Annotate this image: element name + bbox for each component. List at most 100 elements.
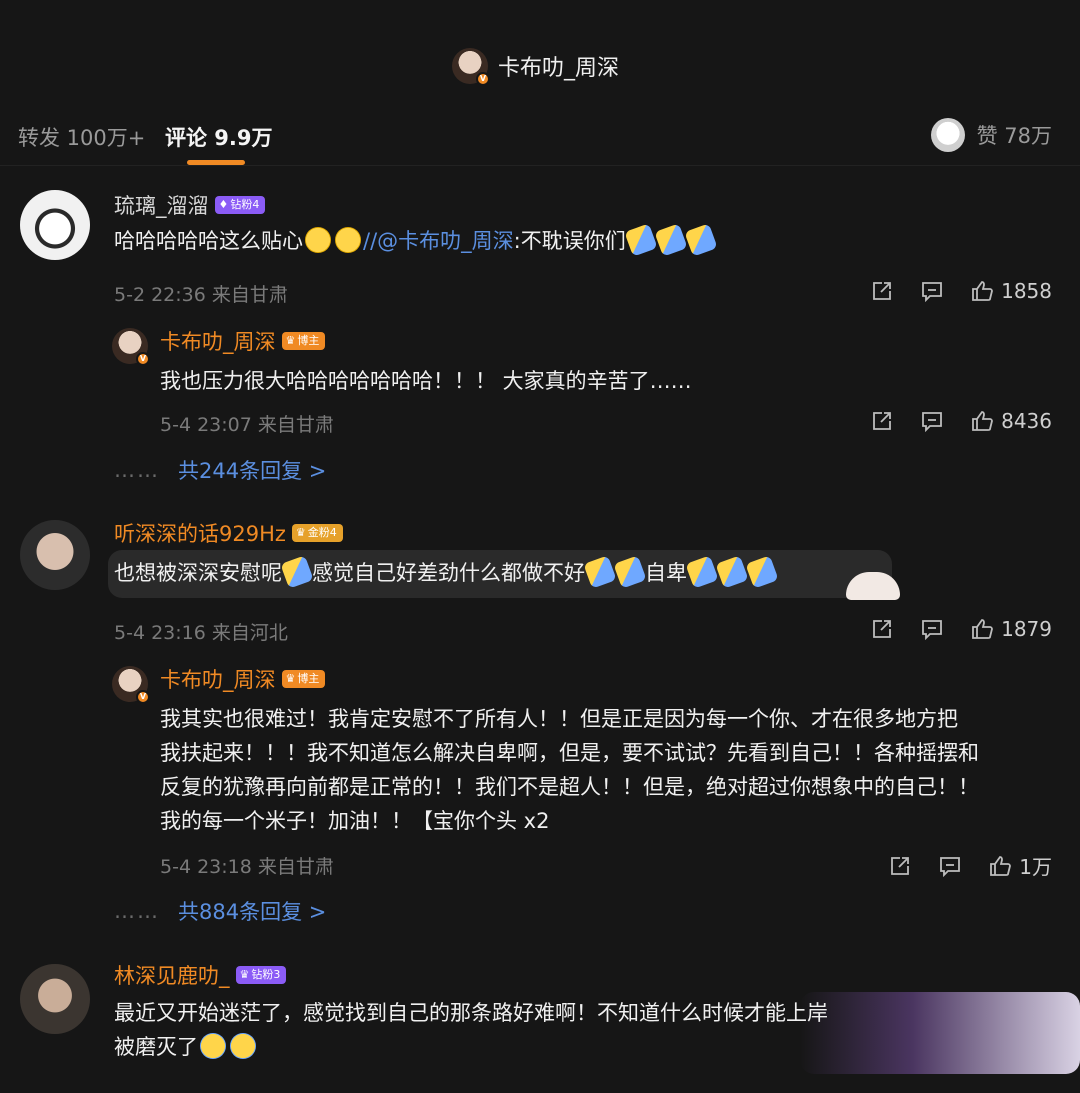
crown-icon: ♛ [285,334,296,347]
reply-button[interactable] [921,410,943,432]
author-header[interactable]: V 卡布叻_周深 [452,48,619,86]
tab-repost[interactable]: 转发 100万+ [18,122,145,152]
author-name[interactable]: 卡布叻_周深 [498,50,619,82]
clap-emoji-icon [654,223,688,257]
reply-text-line: 反复的犹豫再向前都是正常的！！我们不是超人！！但是，绝对超过你想象中的自己！！ [160,775,979,799]
like-count: 1万 [1019,855,1052,879]
crown-icon: ♛ [285,672,296,685]
like-count: 1858 [1001,279,1052,303]
diamond-icon: ♦ [218,198,229,211]
share-icon [891,856,910,875]
comment-text-part: 哈哈哈哈哈这么贴心 [114,229,303,253]
more-replies-link[interactable]: …… 共244条回复 > [114,455,326,485]
tab-comment[interactable]: 评论 9.9万 [165,122,273,152]
dots-icon: …… [114,458,160,482]
verified-icon: V [136,352,150,366]
user-avatar[interactable] [20,964,90,1034]
clap-emoji-icon [624,223,658,257]
laugh-emoji-icon [305,227,331,253]
comment-user[interactable]: 琉璃_溜溜 ♦ 钻粉4 [114,190,266,220]
comment-actions: 1879 [843,617,1052,641]
comment-user[interactable]: 林深见鹿叻_ ♛ 钻粉3 [114,960,287,990]
thumbs-up-icon [972,411,993,431]
reply-actions: 1万 [861,851,1052,880]
clap-emoji-icon [745,555,779,589]
verified-icon: V [136,690,150,704]
comment-item: 听深深的话929Hz ♛ 金粉4 也想被深深安慰呢 感觉自己好差劲什么都做不好 自卑 … [0,514,1080,944]
reply-meta: 5-4 23:07 来自甘肃 [160,414,334,436]
comment-meta: 5-2 22:36 来自甘肃 [114,284,288,306]
like-count: 8436 [1001,409,1052,433]
more-replies-label[interactable]: 共884条回复 > [178,896,326,926]
likes-count: 赞 78万 [976,124,1052,148]
user-avatar[interactable] [20,190,90,260]
tab-bar: 转发 100万+ 评论 9.9万 赞 78万 [0,104,1080,166]
share-button[interactable] [871,618,893,640]
reply-user[interactable]: 卡布叻_周深 ♛ 博主 [160,664,326,694]
blogger-badge: ♛ 博主 [281,332,326,350]
reply-avatar[interactable]: V [112,666,150,704]
comment-text-part: 被磨灭了 [114,1035,198,1059]
comment-username[interactable]: 听深深的话929Hz [114,518,286,548]
clap-emoji-icon [715,555,749,589]
reply-user[interactable]: 卡布叻_周深 ♛ 博主 [160,326,326,356]
like-button[interactable]: 1万 [989,851,1052,880]
share-button[interactable] [871,280,893,302]
share-icon [873,412,891,430]
more-replies-link[interactable]: …… 共884条回复 > [114,896,326,926]
like-button[interactable]: 8436 [971,409,1052,433]
reply-avatar[interactable]: V [112,328,150,366]
fan-badge: ♛ 钻粉3 [235,966,287,984]
reply-username[interactable]: 卡布叻_周深 [160,326,276,356]
like-count: 1879 [1001,617,1052,641]
reply-button[interactable] [921,618,943,640]
blogger-badge-label: 博主 [297,334,320,347]
comment-user[interactable]: 听深深的话929Hz ♛ 金粉4 [114,518,343,548]
laugh-emoji-icon [335,227,361,253]
thumbs-up-icon [972,281,993,301]
author-avatar[interactable]: V [452,48,490,86]
comment-text-part: 感觉自己好差劲什么都做不好 [312,561,585,585]
blogger-badge: ♛ 博主 [281,670,326,688]
share-button[interactable] [889,855,911,877]
reply-button[interactable] [921,280,943,302]
dots-icon: …… [114,899,160,923]
comment-icon [940,856,961,877]
comment-icon [922,620,942,640]
comment-text: 也想被深深安慰呢 感觉自己好差劲什么都做不好 自卑 [114,555,779,590]
thumbs-up-icon [990,855,1012,876]
clap-emoji-icon [280,555,314,589]
liker-avatar [930,118,965,152]
comment-username[interactable]: 林深见鹿叻_ [114,960,230,990]
comment-text-part: :不耽误你们 [513,229,626,253]
mention-link[interactable]: //@卡布叻_周深 [363,229,514,253]
comment-text: 被磨灭了 [114,1030,258,1064]
comment-text-line: 最近又开始迷茫了，感觉找到自己的那条路好难啊！不知道什么时候才能上岸 [114,1001,828,1025]
thumbs-up-icon [972,619,993,639]
like-button[interactable]: 1879 [971,617,1052,641]
comment-username[interactable]: 琉璃_溜溜 [114,190,209,220]
reply-text-line: 我其实也很难过！我肯定安慰不了所有人！！但是正是因为每一个你、才在很多地方把 [160,707,958,731]
share-icon [873,620,891,638]
like-button[interactable]: 1858 [971,279,1052,303]
top-bar: V 卡布叻_周深 [0,0,1080,104]
reply-button[interactable] [939,855,961,877]
fan-badge: ♛ 金粉4 [291,524,343,542]
reply-text-line: 我扶起来！！！我不知道怎么解决自卑啊，但是，要不试试？先看到自己！！各种摇摆和 [160,741,979,765]
user-avatar[interactable] [20,520,90,590]
tab-likes[interactable]: 赞 78万 [930,118,1052,152]
reply-username[interactable]: 卡布叻_周深 [160,664,276,694]
crown-icon: ♛ [239,968,250,981]
comment-text-part: 自卑 [645,561,687,585]
tab-active-indicator [187,160,245,165]
blogger-badge-label: 博主 [297,672,320,685]
comment-icon [922,412,942,432]
comment-actions: 1858 [843,279,1052,303]
share-button[interactable] [871,410,893,432]
reply-text: 我也压力很大哈哈哈哈哈哈哈！！！ 大家真的辛苦了…… [160,369,692,393]
reply-text-line: 我的每一个米子！加油！！【宝你个头 x2 [160,809,550,833]
reply-actions: 8436 [843,409,1052,433]
clap-emoji-icon [583,555,617,589]
more-replies-label[interactable]: 共244条回复 > [178,455,326,485]
fan-badge-label: 金粉4 [307,526,337,539]
